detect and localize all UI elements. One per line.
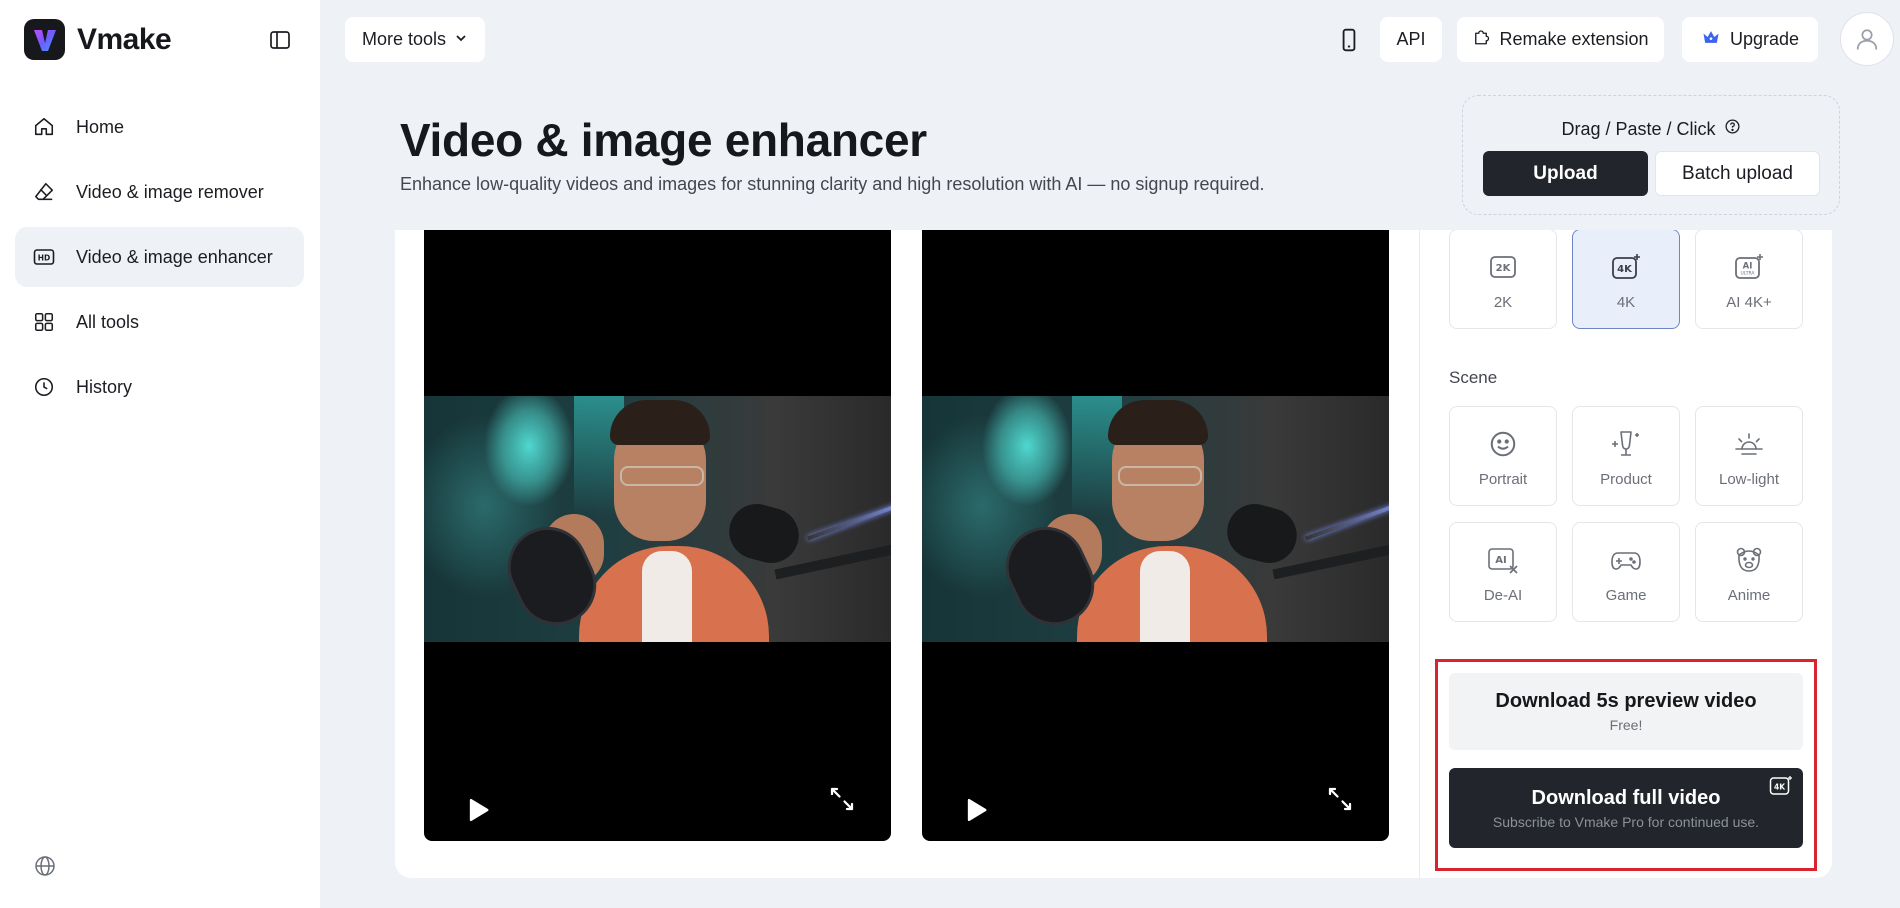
scene-label: Game: [1605, 587, 1647, 604]
resolution-label: 4K: [1616, 294, 1636, 311]
scene-label: Low-light: [1718, 471, 1780, 488]
download-preview-title: Download 5s preview video: [1495, 690, 1757, 712]
svg-text:AI: AI: [1495, 555, 1506, 566]
globe-icon[interactable]: [33, 854, 57, 878]
svg-text:ULTRA: ULTRA: [1741, 271, 1756, 277]
download-full-button[interactable]: Download full video Subscribe to Vmake P…: [1449, 768, 1803, 848]
sidebar-item-label: Home: [76, 116, 125, 137]
ai-ultra-icon: AI ULTRA: [1732, 250, 1766, 284]
sidebar-item-history[interactable]: History: [15, 357, 304, 417]
page-subtitle: Enhance low-quality videos and images fo…: [400, 174, 1265, 194]
2k-icon: 2K: [1486, 250, 1520, 284]
svg-text:HD: HD: [38, 253, 51, 262]
api-label: API: [1396, 29, 1426, 49]
sidebar-item-remover[interactable]: Video & image remover: [15, 162, 304, 222]
download-full-subtitle: Subscribe to Vmake Pro for continued use…: [1492, 813, 1760, 830]
sunset-icon: [1732, 427, 1766, 461]
remake-extension-button[interactable]: Remake extension: [1457, 17, 1664, 62]
scene-option-de-ai[interactable]: AI De-AI: [1449, 522, 1557, 622]
scene-option-portrait[interactable]: Portrait: [1449, 406, 1557, 506]
product-icon: [1609, 427, 1643, 461]
sidebar: Vmake Home Video & image remover HD Vide…: [0, 0, 320, 908]
scene-option-product[interactable]: Product: [1572, 406, 1680, 506]
resolution-label: AI 4K+: [1726, 294, 1772, 311]
download-full-title: Download full video: [1531, 786, 1721, 809]
upload-dropzone[interactable]: Drag / Paste / Click Upload Batch upload: [1462, 95, 1840, 215]
panel-divider: [1419, 230, 1420, 878]
fullscreen-icon[interactable]: [1325, 784, 1355, 814]
4k-icon: 4K: [1609, 250, 1643, 284]
clock-icon: [32, 375, 56, 399]
eraser-icon: [32, 180, 56, 204]
download-preview-button[interactable]: Download 5s preview video Free!: [1449, 673, 1803, 750]
bear-icon: [1732, 543, 1766, 577]
sidebar-item-label: History: [76, 376, 133, 397]
video-frame: [922, 396, 1389, 642]
puzzle-icon: [1472, 28, 1490, 51]
enhanced-video-player[interactable]: [922, 230, 1389, 841]
sidebar-item-enhancer[interactable]: HD Video & image enhancer: [15, 227, 304, 287]
download-preview-subtitle: Free!: [1609, 717, 1643, 733]
sidebar-toggle-icon[interactable]: [268, 28, 292, 52]
upload-button[interactable]: Upload: [1483, 151, 1648, 196]
resolution-label: 2K: [1493, 294, 1513, 311]
scene-label: Portrait: [1478, 471, 1528, 488]
more-tools-dropdown[interactable]: More tools: [345, 17, 485, 62]
resolution-option-ai-4k-plus[interactable]: AI ULTRA AI 4K+: [1695, 230, 1803, 329]
smile-icon: [1486, 427, 1520, 461]
scene-label: De-AI: [1483, 587, 1523, 604]
upgrade-label: Upgrade: [1729, 29, 1800, 49]
sidebar-item-all-tools[interactable]: All tools: [15, 292, 304, 352]
sidebar-nav: Home Video & image remover HD Video & im…: [15, 97, 304, 422]
svg-text:2K: 2K: [1496, 263, 1512, 274]
svg-text:4K: 4K: [1617, 264, 1633, 275]
de-ai-icon: AI: [1486, 543, 1520, 577]
logo[interactable]: Vmake: [24, 19, 172, 60]
scene-option-game[interactable]: Game: [1572, 522, 1680, 622]
upgrade-button[interactable]: Upgrade: [1682, 17, 1818, 62]
gamepad-icon: [1609, 543, 1643, 577]
app-name: Vmake: [77, 22, 172, 56]
scene-option-low-light[interactable]: Low-light: [1695, 406, 1803, 506]
batch-upload-button[interactable]: Batch upload: [1655, 151, 1820, 196]
svg-text:4K: 4K: [1774, 783, 1786, 792]
mobile-phone-icon[interactable]: [1336, 27, 1362, 53]
play-icon[interactable]: [464, 796, 492, 824]
svg-text:AI: AI: [1743, 262, 1753, 272]
sidebar-item-label: Video & image remover: [76, 181, 264, 202]
grid-icon: [32, 310, 56, 334]
enhancer-workspace: 2K 2K 4K 4K AI ULTRA AI 4K+ Scene Portrai…: [395, 230, 1832, 878]
play-icon[interactable]: [962, 796, 990, 824]
resolution-option-2k[interactable]: 2K 2K: [1449, 230, 1557, 329]
upload-hint-text: Drag / Paste / Click: [1561, 118, 1716, 139]
scene-label: Anime: [1727, 587, 1771, 604]
sidebar-item-label: Video & image enhancer: [76, 246, 273, 267]
vmake-logo-icon: [24, 19, 65, 60]
sidebar-item-home[interactable]: Home: [15, 97, 304, 157]
help-icon[interactable]: [1724, 118, 1741, 140]
remake-extension-label: Remake extension: [1499, 29, 1649, 49]
page-title: Video & image enhancer: [400, 114, 927, 166]
fullscreen-icon[interactable]: [827, 784, 857, 814]
video-frame: [424, 396, 891, 642]
hd-icon: HD: [32, 245, 56, 269]
resolution-option-4k[interactable]: 4K 4K: [1572, 230, 1680, 329]
crown-icon: [1701, 27, 1721, 52]
sidebar-item-label: All tools: [76, 311, 140, 332]
avatar[interactable]: [1840, 12, 1894, 66]
more-tools-label: More tools: [361, 29, 447, 49]
4k-badge-icon: 4K: [1769, 775, 1793, 797]
api-button[interactable]: API: [1380, 17, 1442, 62]
home-icon: [32, 115, 56, 139]
upload-hint: Drag / Paste / Click: [1463, 118, 1839, 140]
chevron-down-icon: [454, 29, 468, 50]
scene-heading: Scene: [1449, 368, 1498, 387]
scene-label: Product: [1600, 471, 1652, 488]
original-video-player[interactable]: [424, 230, 891, 841]
scene-option-anime[interactable]: Anime: [1695, 522, 1803, 622]
